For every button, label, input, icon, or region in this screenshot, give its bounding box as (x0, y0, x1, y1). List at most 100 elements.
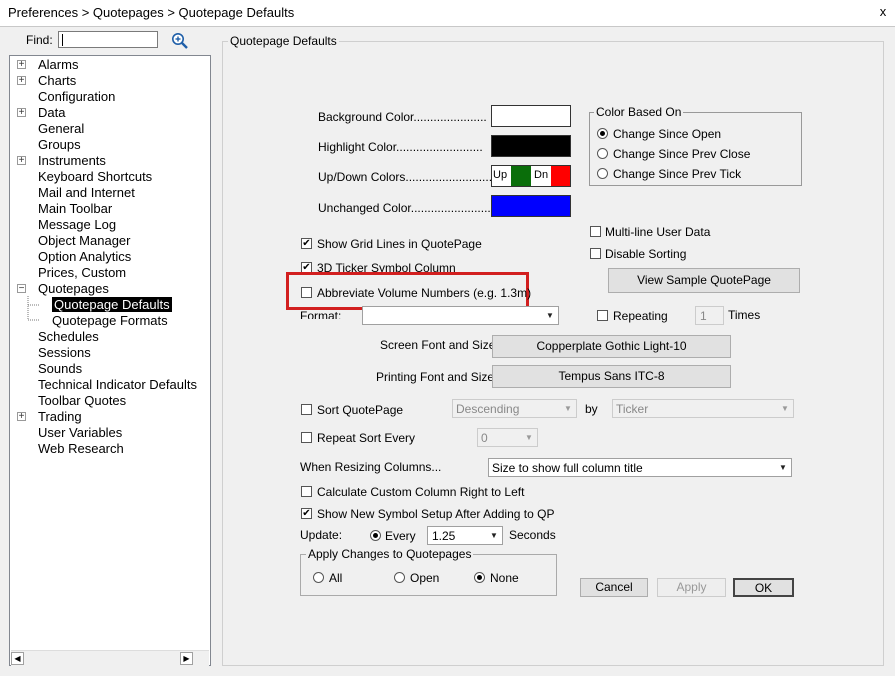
screen-font-button[interactable]: Copperplate Gothic Light-10 (492, 335, 731, 358)
sort-by-value: Ticker (616, 402, 649, 416)
apply-changes-label: Open (410, 571, 440, 585)
tree-item[interactable]: Toolbar Quotes (38, 393, 126, 409)
sort-quotepage-checkbox[interactable] (301, 404, 312, 415)
tree-item[interactable]: Trading (38, 409, 82, 425)
resizing-columns-value: Size to show full column title (492, 461, 643, 475)
view-sample-quotepage-button[interactable]: View Sample QuotePage (608, 268, 800, 293)
abbreviate-volume-label: Abbreviate Volume Numbers (e.g. 1.3m) (317, 286, 532, 300)
apply-changes-label: None (490, 571, 519, 585)
sort-direction-dropdown[interactable]: Descending ▼ (452, 399, 577, 418)
repeat-sort-interval-dropdown[interactable]: 0 ▼ (477, 428, 538, 447)
find-input[interactable] (58, 31, 158, 48)
update-interval-value: 1.25 (432, 529, 456, 543)
chevron-down-icon: ▼ (564, 404, 572, 413)
printing-font-button[interactable]: Tempus Sans ITC-8 (492, 365, 731, 388)
updown-color-swatch[interactable]: Up Dn (491, 165, 571, 187)
abbreviate-volume-checkbox[interactable] (301, 287, 312, 298)
color-based-on-radio[interactable] (597, 128, 608, 139)
color-based-on-title: Color Based On (594, 105, 684, 119)
cancel-button[interactable]: Cancel (580, 578, 648, 597)
tree-connector-lines (27, 296, 40, 321)
sort-by-label: by (585, 402, 598, 416)
custom-column-rtl-checkbox[interactable] (301, 486, 312, 497)
apply-changes-radio[interactable] (474, 572, 485, 583)
disable-sorting-label: Disable Sorting (605, 247, 687, 261)
times-label: Times (728, 308, 761, 322)
text-caret (62, 34, 63, 46)
sort-by-dropdown[interactable]: Ticker ▼ (612, 399, 794, 418)
repeat-sort-interval-value: 0 (481, 431, 488, 445)
show-grid-lines-checkbox[interactable]: ✔ (301, 238, 312, 249)
unchanged-color-swatch[interactable] (491, 195, 571, 217)
ok-button[interactable]: OK (733, 578, 794, 597)
sort-direction-value: Descending (456, 402, 520, 416)
up-label: Up (493, 169, 508, 181)
expand-icon[interactable]: + (17, 412, 26, 422)
color-based-on-label: Change Since Prev Close (613, 147, 751, 161)
highlight-color-label: Highlight Color.........................… (318, 140, 483, 154)
color-based-on-radio[interactable] (597, 148, 608, 159)
scroll-left-icon[interactable]: ◀ (11, 652, 24, 665)
preferences-tree[interactable]: + Alarms + Charts Configuration + Data General G… (9, 55, 211, 666)
tree-item-label: Toolbar Quotes (38, 393, 127, 408)
apply-changes-radio[interactable] (313, 572, 324, 583)
repeating-checkbox[interactable] (597, 310, 608, 321)
disable-sorting-checkbox[interactable] (590, 248, 601, 259)
up-color-swatch[interactable] (511, 166, 531, 186)
group-title: Quotepage Defaults (228, 34, 339, 48)
tree-item[interactable]: User Variables (38, 425, 122, 441)
down-label: Dn (534, 169, 549, 181)
screen-font-label: Screen Font and Size: (380, 338, 499, 352)
new-symbol-setup-checkbox[interactable]: ✔ (301, 508, 312, 519)
apply-changes-title: Apply Changes to Quotepages (306, 547, 474, 561)
background-color-label: Background Color...................... (318, 110, 487, 124)
resizing-columns-label: When Resizing Columns... (300, 460, 442, 474)
format-dropdown[interactable]: ▼ (362, 306, 559, 325)
unchanged-color-label: Unchanged Color......................... (318, 201, 495, 215)
title-bar: Preferences > Quotepages > Quotepage Def… (0, 0, 895, 27)
window-title: Preferences > Quotepages > Quotepage Def… (8, 5, 295, 20)
color-based-on-label: Change Since Open (613, 127, 722, 141)
repeat-sort-checkbox[interactable] (301, 432, 312, 443)
new-symbol-setup-label: Show New Symbol Setup After Adding to QP (317, 507, 555, 521)
seconds-label: Seconds (509, 528, 556, 542)
format-label: Format: (300, 309, 342, 319)
repeat-times-input[interactable]: 1 (695, 306, 724, 325)
tree-item[interactable]: Web Research (38, 441, 124, 457)
chevron-down-icon: ▼ (546, 311, 554, 320)
apply-changes-label: All (329, 571, 343, 585)
repeating-label: Repeating (613, 309, 668, 323)
update-interval-dropdown[interactable]: 1.25 ▼ (427, 526, 503, 545)
updown-colors-label: Up/Down Colors.......................... (318, 170, 493, 184)
background-color-swatch[interactable] (491, 105, 571, 127)
update-every-radio[interactable] (370, 530, 381, 541)
multi-line-user-data-checkbox[interactable] (590, 226, 601, 237)
update-label: Update: (300, 528, 343, 542)
tree-item-label: Trading (38, 409, 82, 424)
update-every-label: Every (385, 529, 416, 543)
repeat-sort-label: Repeat Sort Every (317, 431, 416, 445)
find-label: Find: (26, 33, 53, 47)
color-based-on-radio[interactable] (597, 168, 608, 179)
tree-horizontal-scrollbar[interactable]: ◀ ▶ (11, 650, 209, 666)
resizing-columns-dropdown[interactable]: Size to show full column title ▼ (488, 458, 792, 477)
tree-item-label: Web Research (38, 441, 124, 456)
apply-changes-radio[interactable] (394, 572, 405, 583)
show-grid-lines-label: Show Grid Lines in QuotePage (317, 237, 482, 251)
custom-column-rtl-label: Calculate Custom Column Right to Left (317, 485, 525, 499)
sort-quotepage-label: Sort QuotePage (317, 403, 404, 417)
multi-line-user-data-label: Multi-line User Data (605, 225, 711, 239)
highlight-color-swatch[interactable] (491, 135, 571, 157)
chevron-down-icon: ▼ (490, 531, 498, 540)
zoom-in-icon[interactable] (171, 32, 189, 50)
chevron-down-icon: ▼ (779, 463, 787, 472)
tree-item-label: User Variables (38, 425, 123, 440)
color-based-on-label: Change Since Prev Tick (613, 167, 742, 181)
close-button[interactable]: x (873, 2, 893, 22)
chevron-down-icon: ▼ (525, 433, 533, 442)
chevron-down-icon: ▼ (781, 404, 789, 413)
printing-font-label: Printing Font and Size: (376, 370, 498, 384)
down-color-swatch[interactable] (551, 166, 570, 186)
scroll-right-icon[interactable]: ▶ (180, 652, 193, 665)
apply-button[interactable]: Apply (657, 578, 726, 597)
